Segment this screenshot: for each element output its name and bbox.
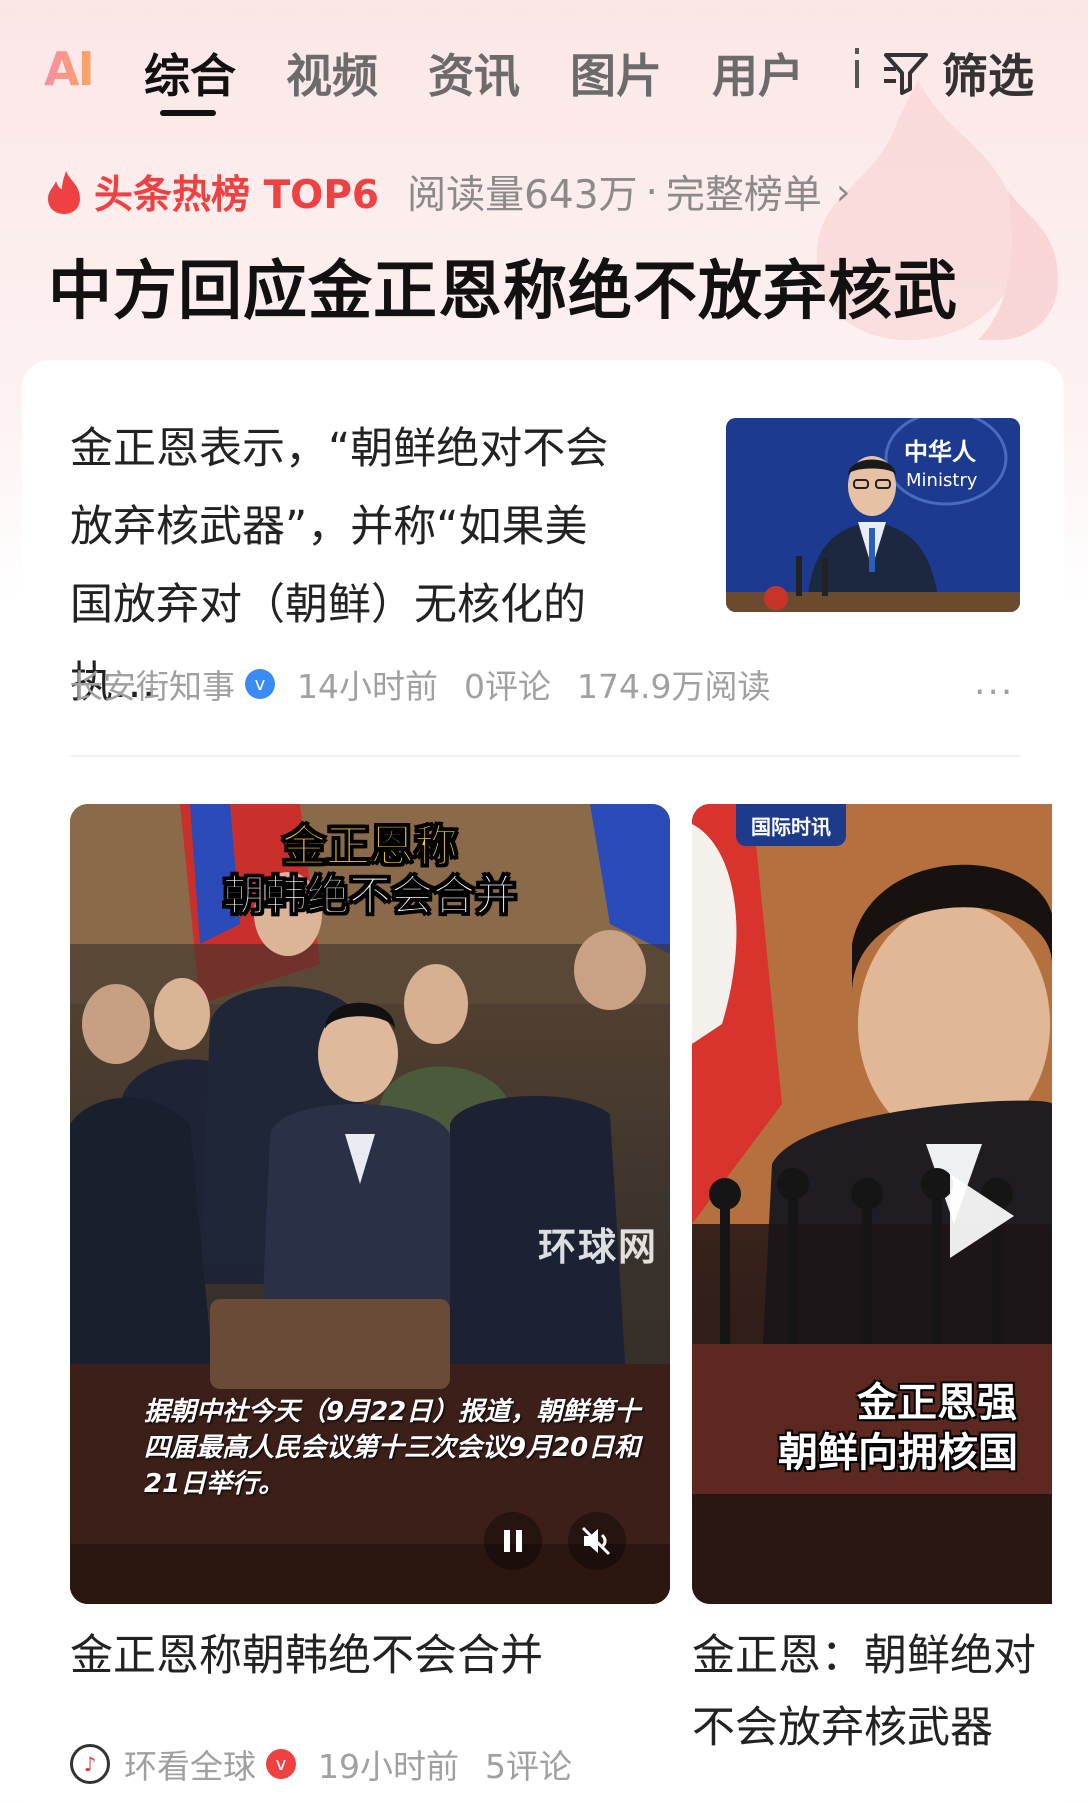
mute-button[interactable] [568,1512,626,1570]
video-1-watermark: 环球网 [538,1225,659,1269]
results-card: 金正恩表示，“朝鲜绝对不会放弃核武器”，并称“如果美国放弃对（朝鲜）无核化的执…… [22,360,1064,1803]
pause-icon [504,1530,522,1552]
pause-button[interactable] [484,1512,542,1570]
ai-tab[interactable]: AI [44,42,95,96]
channel-avatar-icon[interactable]: ♪ [70,1744,110,1784]
muted-speaker-icon [581,1526,611,1556]
thumb-sign-text: 中华人 [904,438,976,466]
hotlist-bar[interactable]: 头条热榜 TOP6 阅读量643万 · 完整榜单 › [44,164,850,220]
divider [70,755,1020,757]
article-comments: 0评论 [464,667,551,706]
video-1-meta: ♪ 环看全球 v 19小时前 5评论 [70,1740,572,1788]
full-list-link[interactable]: 完整榜单 [666,164,822,220]
hotlist-label: 头条热榜 TOP6 [94,173,380,218]
video-2-caption-line2: 朝鲜向拥核国 [778,1430,1018,1476]
article-thumbnail[interactable]: 中华人 Ministry [726,418,1020,612]
active-tab-indicator [160,110,216,116]
video-1-title[interactable]: 金正恩称朝韩绝不会合并 [70,1620,670,1692]
article-time: 14小时前 [297,667,438,706]
video-player-2[interactable]: 国际时讯 金正恩强 朝鲜向拥核国 [692,804,1052,1604]
verified-red-icon: v [266,1749,296,1779]
top-tab-bar: AI 综合 视频 资讯 图片 用户 筛选 [0,36,1088,126]
video-player-1[interactable]: 金正恩称 朝韩绝不会合并 环球网 据朝中社今天（9月22日）报道，朝鲜第十四届最… [70,804,670,1604]
hotlist-reads: 阅读量643万 [407,173,638,218]
filter-label: 筛选 [942,49,1034,103]
tab-images[interactable]: 图片 [570,40,662,106]
more-options-icon[interactable]: ··· [974,672,1014,713]
video-2-badge: 国际时讯 [736,804,846,846]
chevron-right-icon: › [835,171,851,213]
tab-video[interactable]: 视频 [286,40,378,106]
fire-icon [48,171,80,214]
page-headline[interactable]: 中方回应金正恩称绝不放弃核武 [48,240,958,332]
filter-icon [884,53,928,95]
article-meta: 长安街知事 v 14小时前 0评论 174.9万阅读 [70,660,770,708]
tab-news[interactable]: 资讯 [428,40,520,106]
filter-button[interactable]: 筛选 [882,40,1034,106]
tab-users[interactable]: 用户 [712,40,804,106]
article-reads: 174.9万阅读 [577,667,771,706]
video-1-time: 19小时前 [318,1747,459,1786]
tab-comprehensive[interactable]: 综合 [144,40,236,106]
spokesperson-image: 中华人 Ministry [726,418,1020,612]
video-1-overlay-line2: 朝韩绝不会合并 [222,871,517,921]
video-1-author[interactable]: 环看全球 [124,1740,256,1788]
video-1-caption: 据朝中社今天（9月22日）报道，朝鲜第十四届最高人民会议第十三次会议9月20日和… [144,1397,641,1499]
video-1-comments: 5评论 [485,1747,572,1786]
play-icon[interactable] [950,1174,1014,1258]
thumb-sign-en: Ministry [906,470,978,491]
verified-icon: v [245,669,275,699]
hotlist-separator: · [645,169,658,215]
article-author[interactable]: 长安街知事 [70,660,235,708]
video-2-title[interactable]: 金正恩：朝鲜绝对不会放弃核武器 [692,1620,1064,1764]
more-tabs-icon[interactable] [853,46,861,90]
